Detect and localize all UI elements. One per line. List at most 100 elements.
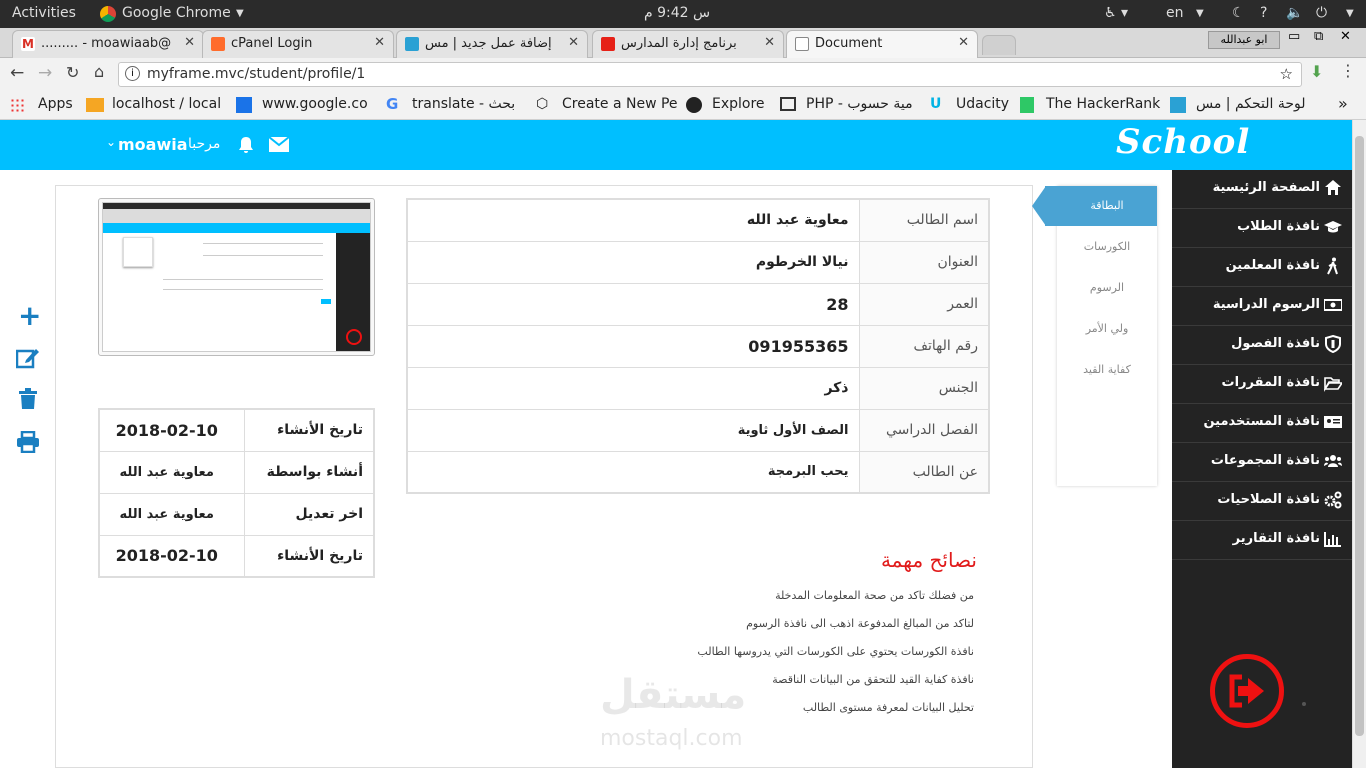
cpanel-icon <box>211 37 225 51</box>
close-icon[interactable]: ✕ <box>958 35 969 50</box>
close-icon[interactable]: ✕ <box>184 35 195 50</box>
power-icon[interactable]: ⏻ <box>1316 5 1327 21</box>
sidebar-item-reports[interactable]: نافذة التقارير <box>1172 521 1352 560</box>
bookmark-udacity[interactable]: Udacity <box>956 96 1009 112</box>
meta-label: أنشاء بواسطة <box>243 450 375 494</box>
print-icon[interactable] <box>16 431 40 453</box>
bar-chart-icon <box>1324 532 1341 547</box>
tab-mostaql[interactable]: إضافة عمل جديد | مس ✕ <box>396 30 588 58</box>
bookmark-apps[interactable]: Apps <box>38 96 73 112</box>
sidebar-item-teachers[interactable]: نافذة المعلمين <box>1172 248 1352 287</box>
add-icon[interactable]: + <box>18 302 41 330</box>
new-tab-button[interactable] <box>982 35 1016 55</box>
close-icon[interactable]: ✕ <box>568 35 579 50</box>
tab-cpanel[interactable]: cPanel Login ✕ <box>202 30 394 58</box>
student-label: العمر <box>858 282 990 326</box>
tab-fees[interactable]: الرسوم <box>1057 281 1157 294</box>
bookmark-localhost[interactable]: localhost / local <box>112 96 221 112</box>
sidebar-item-classes[interactable]: نافذة الفصول <box>1172 326 1352 365</box>
bookmark-php[interactable]: PHP - مية حسوب <box>806 96 913 112</box>
bookmark-mostaql[interactable]: لوحة التحكم | مس <box>1196 96 1306 112</box>
graduation-cap-icon <box>1324 221 1342 233</box>
bookmark-google[interactable]: www.google.co <box>262 96 368 112</box>
restore-button[interactable]: ⧉ <box>1314 29 1323 44</box>
info-icon[interactable]: i <box>125 66 140 81</box>
close-icon[interactable]: ✕ <box>764 35 775 50</box>
student-info-table: معاوية عبد الله اسم الطالب نيالا الخرطوم… <box>406 198 990 494</box>
home-icon[interactable]: ⌂ <box>94 62 104 81</box>
gmail-icon: M <box>21 37 35 51</box>
tab-youtube[interactable]: برنامج إدارة المدارس ✕ <box>592 30 784 58</box>
tab-guardian[interactable]: ولي الأمر <box>1057 322 1157 335</box>
table-row: معاوية عبد الله أنشاء بواسطة <box>98 450 375 494</box>
bookmark-translate[interactable]: translate - بحث <box>412 96 515 112</box>
scrollbar-thumb[interactable] <box>1355 136 1364 736</box>
language-indicator[interactable]: en <box>1166 5 1184 21</box>
student-value: الصف الأول ثاوية <box>406 408 860 452</box>
download-icon[interactable]: ⬇ <box>1310 62 1323 81</box>
logout-button[interactable] <box>1210 654 1284 728</box>
sidebar-item-students[interactable]: نافذة الطلاب <box>1172 209 1352 248</box>
tab-label: ......... - moawiaab@ <box>41 36 172 51</box>
sidebar-item-groups[interactable]: نافذة المجموعات <box>1172 443 1352 482</box>
sidebar-item-label: نافذة المقررات <box>1221 375 1320 390</box>
volume-icon[interactable]: 🔈 <box>1286 5 1303 21</box>
bookmark-flag-icon <box>236 97 252 113</box>
bell-icon[interactable] <box>237 136 255 154</box>
apps-icon <box>10 98 24 112</box>
minimize-button[interactable]: ▭ <box>1288 29 1300 44</box>
tab-courses[interactable]: الكورسات <box>1057 240 1157 253</box>
sidebar-item-fees[interactable]: الرسوم الدراسية <box>1172 287 1352 326</box>
profile-button[interactable]: ابو عبدالله <box>1208 31 1280 49</box>
meta-label: اخر تعديل <box>243 492 375 536</box>
hackerrank-icon <box>1020 97 1034 113</box>
clock[interactable]: س 9:42 م <box>644 5 710 21</box>
username-label[interactable]: moawia <box>118 135 188 154</box>
tab-card[interactable]: البطاقة <box>1057 199 1157 212</box>
star-icon[interactable]: ☆ <box>1280 65 1293 83</box>
bookmark-github[interactable]: Explore <box>712 96 765 112</box>
app-menu[interactable]: Google Chrome <box>122 5 231 21</box>
student-value: يحب البرمجة <box>406 450 860 494</box>
close-icon[interactable]: ✕ <box>374 35 385 50</box>
tab-document[interactable]: Document ✕ <box>786 30 978 58</box>
sidebar-item-label: نافذة المعلمين <box>1225 258 1320 273</box>
chevron-down-icon: ▼ <box>236 8 244 19</box>
question-icon[interactable]: ? <box>1260 5 1267 21</box>
close-window-button[interactable]: ✕ <box>1340 29 1351 44</box>
table-row: 091955365 رقم الهاتف <box>406 324 990 368</box>
sidebar-item-permissions[interactable]: نافذة الصلاحيات <box>1172 482 1352 521</box>
edit-icon[interactable] <box>16 347 40 369</box>
activities-button[interactable]: Activities <box>12 5 76 21</box>
chevron-down-icon[interactable]: ⌄ <box>106 135 116 149</box>
sidebar-item-label: نافذة الطلاب <box>1237 219 1320 234</box>
tab-gmail[interactable]: M ......... - moawiaab@ ✕ <box>12 30 204 58</box>
more-bookmarks-icon[interactable]: » <box>1338 94 1348 113</box>
tab-label: cPanel Login <box>231 36 313 51</box>
menu-icon[interactable]: ⋮ <box>1340 61 1356 80</box>
address-bar[interactable]: i myframe.mvc/student/profile/1 ☆ <box>118 62 1302 87</box>
tab-enrollment[interactable]: كفاية القيد <box>1057 363 1157 376</box>
reload-icon[interactable]: ↻ <box>66 63 79 82</box>
sidebar-item-users[interactable]: نافذة المستخدمين <box>1172 404 1352 443</box>
tab-label: برنامج إدارة المدارس <box>621 36 737 51</box>
night-mode-icon[interactable]: ☾ <box>1232 5 1245 21</box>
meta-value: 2018-02-10 <box>98 534 245 578</box>
accessibility-icon[interactable]: ♿ ▾ <box>1104 5 1128 21</box>
url-text[interactable]: myframe.mvc/student/profile/1 <box>147 66 365 82</box>
forward-icon[interactable]: → <box>38 63 52 83</box>
envelope-icon[interactable] <box>269 137 289 152</box>
sidebar-item-label: الصفحة الرئيسية <box>1212 180 1320 195</box>
trash-icon[interactable] <box>18 388 38 410</box>
sidebar-item-label: الرسوم الدراسية <box>1212 297 1320 312</box>
student-photo[interactable] <box>98 198 375 356</box>
table-row: معاوية عبد الله اخر تعديل <box>98 492 375 536</box>
sidebar-item-courses[interactable]: نافذة المقررات <box>1172 365 1352 404</box>
app-logo[interactable]: School <box>1116 122 1250 162</box>
bookmark-hackerrank[interactable]: The HackerRank <box>1046 96 1160 112</box>
table-row: الصف الأول ثاوية الفصل الدراسي <box>406 408 990 452</box>
back-icon[interactable]: ← <box>10 63 24 83</box>
sidebar-item-home[interactable]: الصفحة الرئيسية <box>1172 170 1352 209</box>
chevron-down-icon: ▼ <box>1196 8 1204 19</box>
bookmark-codepen[interactable]: Create a New Pe <box>562 96 678 112</box>
